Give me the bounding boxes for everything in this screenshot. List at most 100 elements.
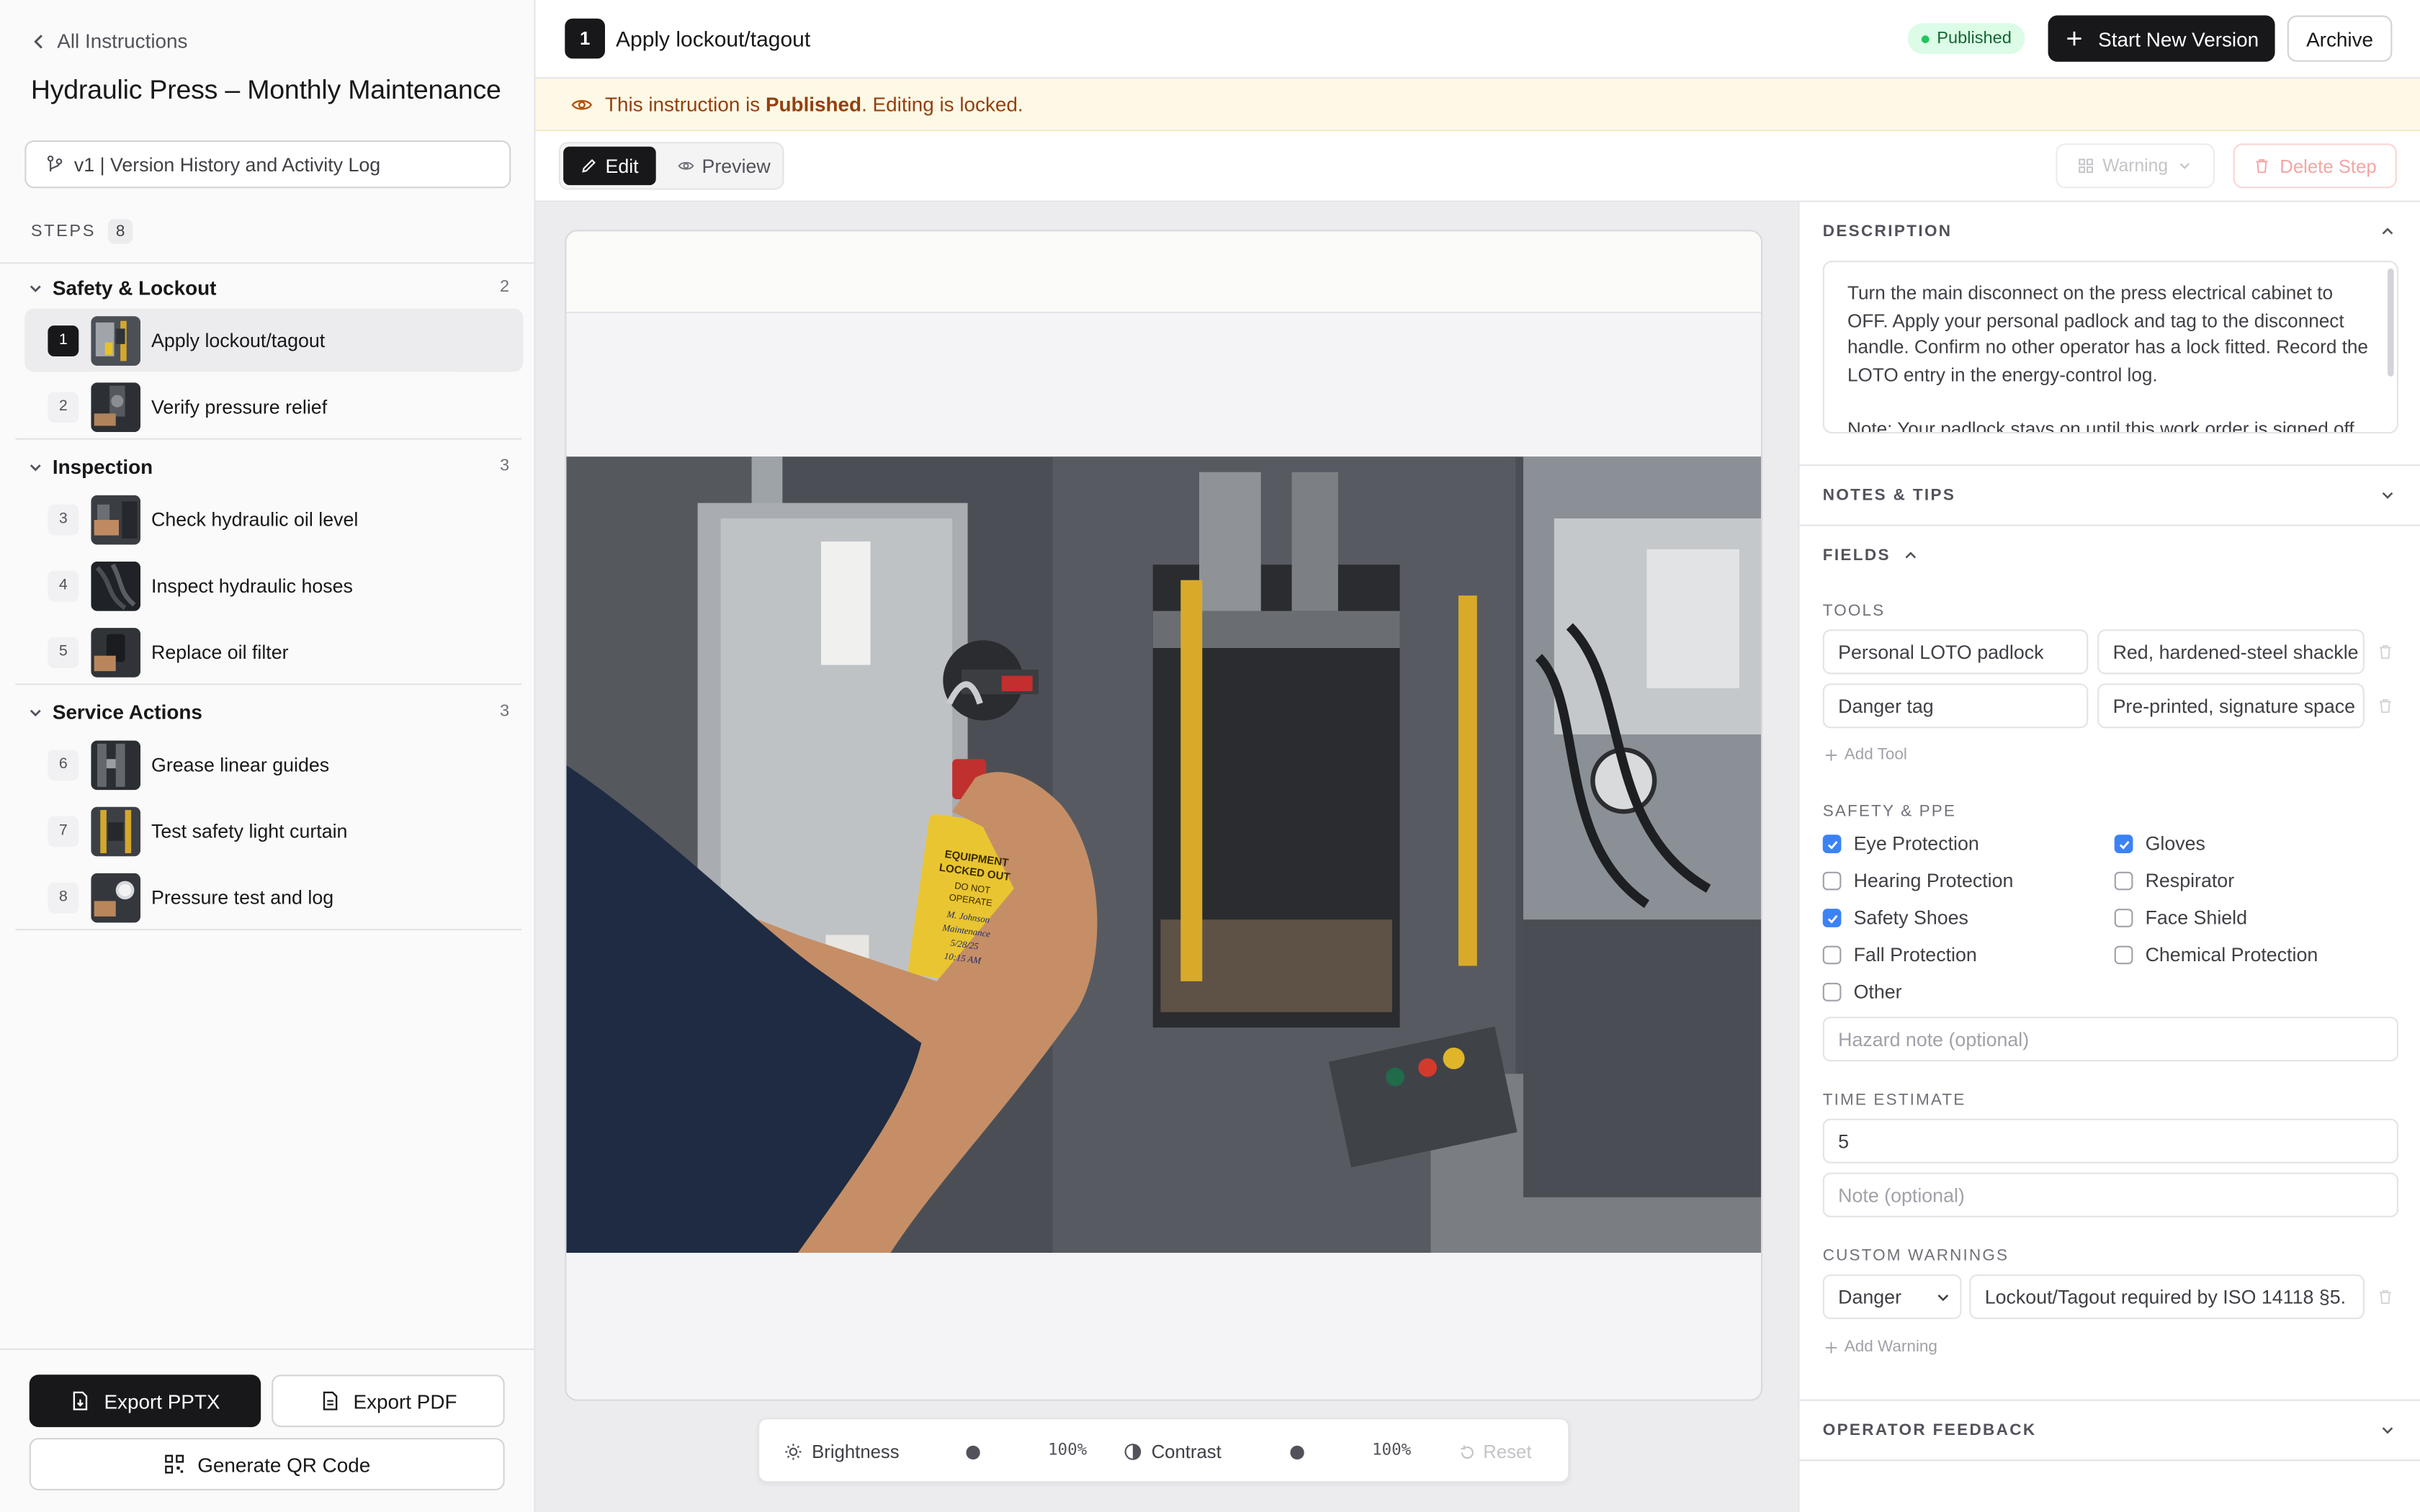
header: 1 Apply lockout/tagout Published Start N…	[535, 0, 2420, 79]
ppe-checkbox[interactable]: Fall Protection	[1822, 944, 1977, 966]
step-thumbnail	[91, 560, 140, 611]
chevron-down-icon[interactable]	[2380, 487, 2395, 503]
tool-name-input[interactable]: Danger tag	[1822, 683, 2089, 729]
back-link[interactable]: All Instructions	[30, 30, 187, 53]
operator-feedback-header[interactable]: OPERATOR FEEDBACK	[1823, 1421, 2037, 1440]
step-item-6[interactable]: 6 Grease linear guides	[24, 733, 523, 796]
step-label: Test safety light curtain	[151, 819, 348, 842]
generate-qr-button[interactable]: Generate QR Code	[29, 1438, 505, 1490]
tool-detail-input[interactable]: Red, hardened-steel shackle	[2097, 629, 2365, 675]
group-header-service[interactable]: Service Actions	[28, 701, 202, 724]
add-warning-button[interactable]: Add Warning	[1824, 1338, 1937, 1356]
time-estimate-input[interactable]: 5	[1822, 1118, 2398, 1164]
version-history-button[interactable]: v1 | Version History and Activity Log	[24, 140, 511, 189]
step-item-7[interactable]: 7 Test safety light curtain	[24, 799, 523, 863]
plus-icon	[2068, 31, 2082, 46]
trash-icon[interactable]	[2377, 698, 2394, 715]
checkbox-checked-icon[interactable]	[1822, 834, 1842, 853]
group-header-safety[interactable]: Safety & Lockout	[28, 276, 216, 300]
time-note-input[interactable]: Note (optional)	[1822, 1172, 2398, 1218]
warning-dropdown[interactable]: Warning	[2056, 143, 2215, 189]
step-thumbnail	[91, 627, 140, 677]
tool-detail-input[interactable]: Pre-printed, signature space	[2097, 683, 2365, 729]
step-title: Apply lockout/tagout	[616, 26, 811, 51]
ppe-checkbox[interactable]: Chemical Protection	[2114, 944, 2318, 966]
ppe-checkbox[interactable]: Respirator	[2114, 870, 2235, 892]
step-item-8[interactable]: 8 Pressure test and log	[24, 865, 523, 929]
step-number: 3	[48, 503, 79, 535]
brightness-value: 100%	[1048, 1441, 1088, 1460]
checkbox-checked-icon[interactable]	[2114, 834, 2133, 853]
warning-level-select[interactable]: Danger	[1822, 1274, 1962, 1320]
brightness-control: Brightness	[784, 1441, 900, 1462]
divider	[15, 929, 522, 931]
export-pptx-button[interactable]: Export PPTX	[29, 1374, 261, 1428]
ppe-checkbox[interactable]: Hearing Protection	[1822, 870, 2013, 892]
description-textarea[interactable]: Turn the main disconnect on the press el…	[1822, 261, 2398, 434]
file-text-icon	[323, 1391, 338, 1410]
archive-button[interactable]: Archive	[2287, 15, 2393, 62]
image-adjust-bar: Brightness 100% Contrast 100% Reset	[758, 1418, 1570, 1483]
step-thumbnail	[91, 806, 140, 856]
step-number: 5	[48, 636, 79, 667]
group-name: Inspection	[52, 455, 153, 479]
step-thumbnail	[91, 494, 140, 544]
brightness-slider[interactable]	[966, 1445, 980, 1460]
step-label: Pressure test and log	[151, 886, 334, 909]
ppe-checkbox[interactable]: Safety Shoes	[1822, 907, 1968, 929]
checkbox-unchecked-icon[interactable]	[1822, 871, 1842, 891]
preview-tab[interactable]: Preview	[668, 147, 779, 186]
chevron-down-icon	[2179, 163, 2190, 169]
hazard-note-input[interactable]: Hazard note (optional)	[1822, 1017, 2398, 1062]
notes-header[interactable]: NOTES & TIPS	[1823, 486, 1956, 505]
time-estimate-label: TIME ESTIMATE	[1822, 1091, 1966, 1110]
trash-icon[interactable]	[2377, 644, 2394, 661]
scrollbar[interactable]	[2388, 268, 2394, 377]
fields-label: FIELDS	[1822, 546, 1891, 565]
step-label: Replace oil filter	[151, 641, 289, 663]
ppe-label: Face Shield	[2145, 907, 2248, 929]
reset-button[interactable]: Reset	[1458, 1441, 1531, 1462]
ppe-label: SAFETY & PPE	[1822, 802, 1957, 821]
add-tool-button[interactable]: Add Tool	[1824, 745, 1907, 764]
ppe-label: Respirator	[2145, 870, 2235, 892]
step-item-5[interactable]: 5 Replace oil filter	[24, 620, 523, 683]
chevron-down-icon[interactable]	[2380, 1423, 2395, 1438]
step-number: 2	[48, 391, 79, 423]
warning-text-input[interactable]: Lockout/Tagout required by ISO 14118 §5.	[1969, 1274, 2365, 1320]
checkbox-checked-icon[interactable]	[1822, 909, 1842, 927]
status-dot	[1921, 35, 1930, 42]
step-item-3[interactable]: 3 Check hydraulic oil level	[24, 487, 523, 551]
ppe-checkbox[interactable]: Eye Protection	[1822, 833, 1979, 855]
checkbox-unchecked-icon[interactable]	[1822, 983, 1842, 1002]
tool-name-input[interactable]: Personal LOTO padlock	[1822, 629, 2089, 675]
group-count: 2	[500, 277, 510, 297]
description-header[interactable]: DESCRIPTION	[1823, 222, 1953, 241]
trash-icon[interactable]	[2377, 1288, 2394, 1305]
step-item-4[interactable]: 4 Inspect hydraulic hoses	[24, 554, 523, 617]
divider	[1799, 524, 2420, 526]
checkbox-unchecked-icon[interactable]	[1822, 945, 1842, 965]
delete-step-label: Delete Step	[2280, 155, 2377, 177]
contrast-slider[interactable]	[1290, 1445, 1304, 1460]
ppe-checkbox[interactable]: Gloves	[2114, 833, 2205, 855]
checkbox-unchecked-icon[interactable]	[2114, 871, 2133, 891]
step-item-1[interactable]: 1 Apply lockout/tagout	[24, 308, 524, 372]
divider	[1799, 1399, 2420, 1401]
step-photo[interactable]: EQUIPMENT LOCKED OUT DO NOT OPERATE M. J…	[566, 456, 1762, 1254]
edit-tab[interactable]: Edit	[563, 146, 656, 186]
ppe-checkbox[interactable]: Other	[1822, 981, 1902, 1003]
start-new-version-button[interactable]: Start New Version	[2048, 15, 2275, 62]
step-label: Grease linear guides	[151, 753, 330, 775]
checkbox-unchecked-icon[interactable]	[2114, 909, 2133, 927]
delete-step-button[interactable]: Delete Step	[2233, 143, 2397, 189]
description-note: Note: Your padlock stays on until this w…	[1847, 418, 2360, 434]
ppe-checkbox[interactable]: Face Shield	[2114, 907, 2248, 929]
step-number-badge: 1	[565, 18, 605, 59]
checkbox-unchecked-icon[interactable]	[2114, 945, 2133, 965]
chevron-up-icon[interactable]	[2380, 224, 2395, 239]
fields-header[interactable]: FIELDS	[1822, 546, 1919, 565]
export-pdf-button[interactable]: Export PDF	[272, 1374, 505, 1428]
group-header-inspection[interactable]: Inspection	[28, 455, 153, 478]
step-item-2[interactable]: 2 Verify pressure relief	[24, 375, 523, 438]
